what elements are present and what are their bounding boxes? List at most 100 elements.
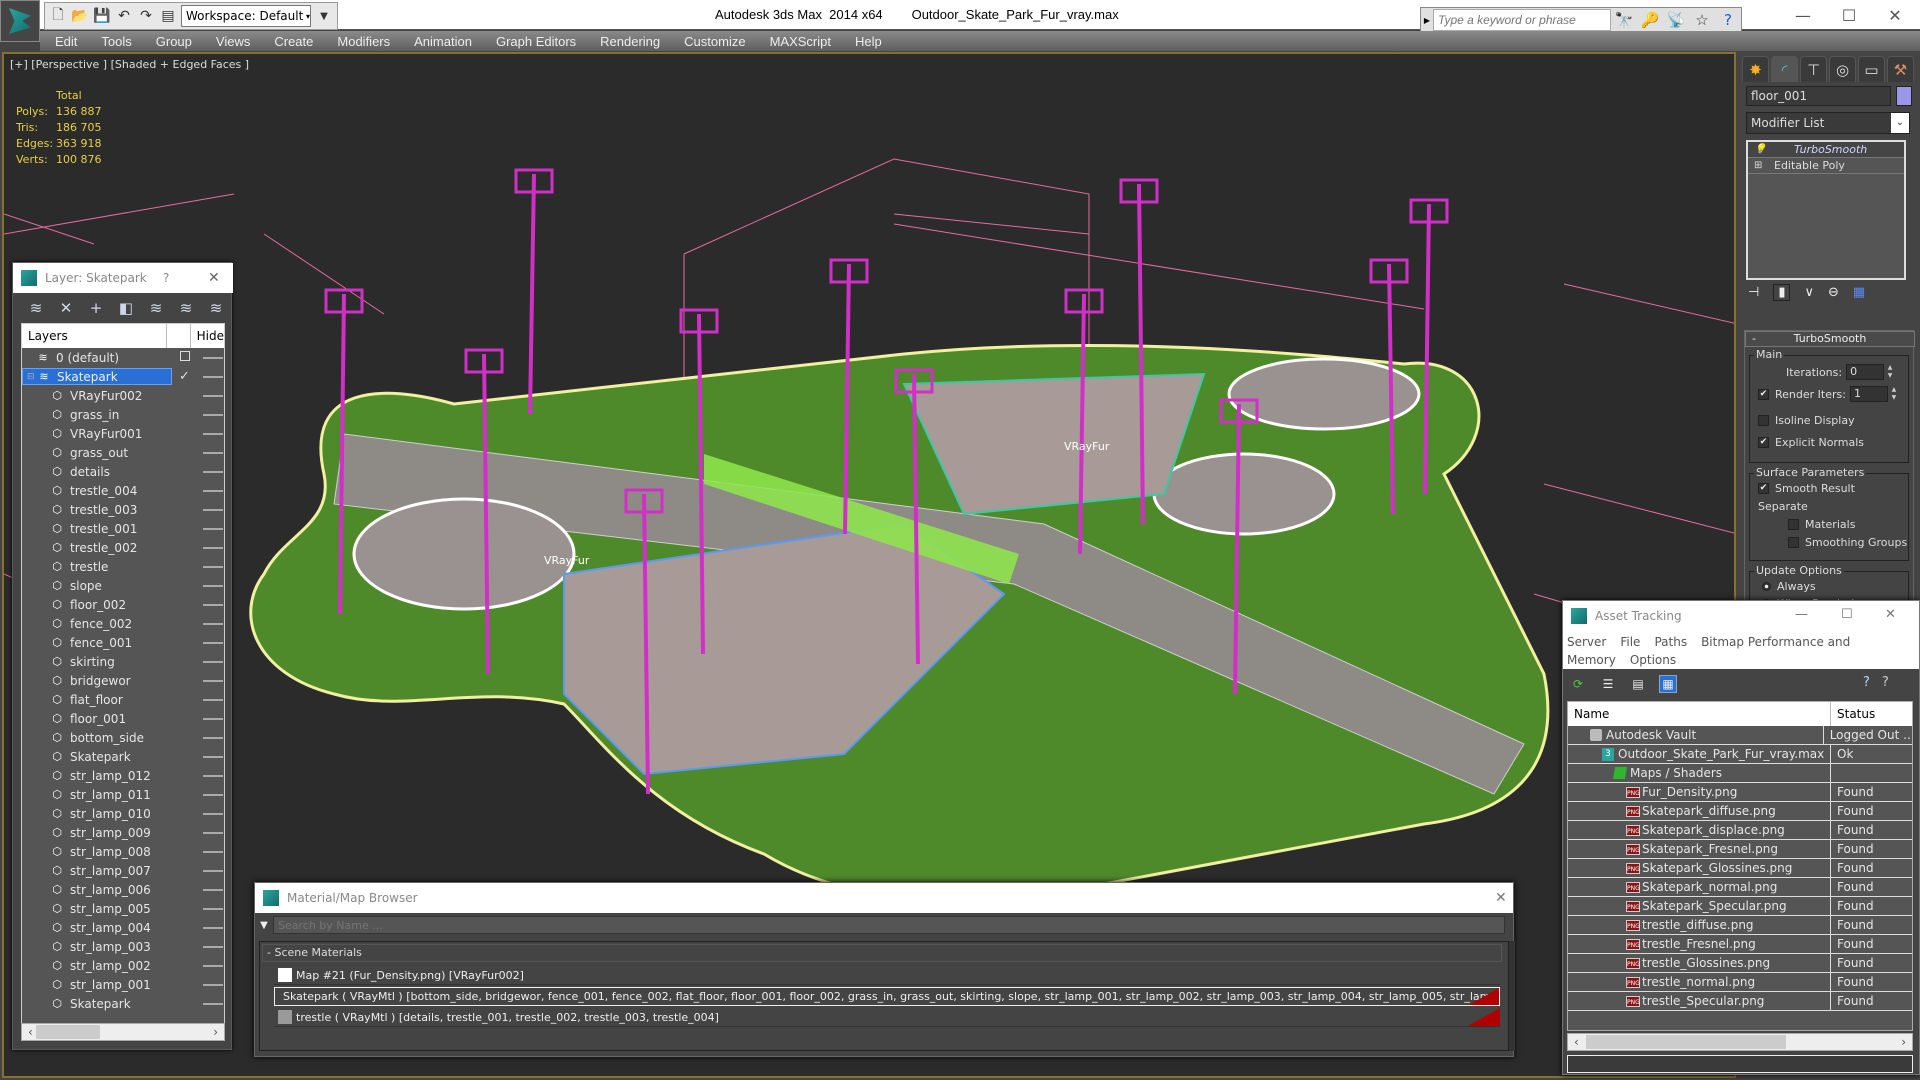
table-view-icon[interactable]: ▦ — [1659, 675, 1677, 693]
hide-toggle[interactable] — [203, 983, 223, 986]
menu-rendering[interactable]: Rendering — [600, 34, 660, 49]
asset-menu-options[interactable]: Options — [1630, 653, 1676, 667]
menu-create[interactable]: Create — [274, 34, 313, 49]
horizontal-scrollbar[interactable]: ‹ › — [21, 1023, 225, 1041]
asset-row[interactable]: PNG Fur_Density.png Found — [1568, 783, 1912, 802]
layer-object-row[interactable]: ⬡ floor_002 — [22, 595, 224, 614]
close-button[interactable]: ✕ — [1872, 0, 1918, 30]
layer-name-cell[interactable]: ⬡ slope — [22, 577, 172, 594]
layer-name-cell[interactable]: ⬡ Skatepark — [22, 995, 172, 1012]
layer-name-cell[interactable]: ⬡ VRayFur001 — [22, 425, 172, 442]
hide-toggle[interactable] — [203, 413, 223, 416]
layer-name-cell[interactable]: ⬡ str_lamp_012 — [22, 767, 172, 784]
material-browser-titlebar[interactable]: Material/Map Browser ✕ — [255, 883, 1513, 913]
current-layer-toggle[interactable] — [172, 350, 197, 365]
display-tab[interactable]: ▭ — [1858, 56, 1885, 82]
hide-toggle[interactable] — [203, 451, 223, 454]
layer-object-row[interactable]: ⬡ grass_in — [22, 405, 224, 424]
layer-name-cell[interactable]: ⬡ trestle_001 — [22, 520, 172, 537]
hide-toggle[interactable] — [203, 755, 223, 758]
layer-list[interactable]: Layers Hide ≋ 0 (default) ⊟ ≋ Skatepark ✓ ⬡ VRa… — [21, 323, 225, 1041]
column-name[interactable]: Name — [1568, 702, 1831, 726]
layer-name-cell[interactable]: ⬡ floor_002 — [22, 596, 172, 613]
maximize-button[interactable]: ☐ — [1841, 607, 1853, 622]
hide-toggle[interactable] — [203, 489, 223, 492]
layer-object-row[interactable]: ⬡ str_lamp_008 — [22, 842, 224, 861]
menu-tools[interactable]: Tools — [101, 34, 131, 49]
key-icon[interactable]: 🔑 — [1637, 11, 1663, 29]
hide-toggle[interactable] — [203, 831, 223, 834]
layer-name-cell[interactable]: ⬡ str_lamp_003 — [22, 938, 172, 955]
layer-name-cell[interactable]: ⬡ grass_in — [22, 406, 172, 423]
horizontal-scrollbar[interactable]: ‹ › — [1567, 1033, 1913, 1051]
new-file-icon[interactable]: 🗋 — [49, 7, 67, 25]
hide-toggle[interactable] — [203, 508, 223, 511]
keyword-search-input[interactable] — [1433, 9, 1611, 31]
layer-name-cell[interactable]: ⬡ str_lamp_009 — [22, 824, 172, 841]
pin-stack-icon[interactable]: ⊣ — [1748, 285, 1759, 300]
layer-name-cell[interactable]: ⬡ str_lamp_008 — [22, 843, 172, 860]
isoline-checkbox[interactable] — [1758, 415, 1769, 426]
asset-row[interactable]: 3 Outdoor_Skate_Park_Fur_vray.max Ok — [1568, 745, 1912, 764]
layer-name-cell[interactable]: ⬡ str_lamp_010 — [22, 805, 172, 822]
layer-object-row[interactable]: ⬡ str_lamp_005 — [22, 899, 224, 918]
layer-object-row[interactable]: ⬡ str_lamp_009 — [22, 823, 224, 842]
layer-name-cell[interactable]: ⬡ str_lamp_001 — [22, 976, 172, 993]
hide-toggle[interactable] — [203, 736, 223, 739]
hide-toggle[interactable] — [203, 356, 223, 359]
close-button[interactable]: ✕ — [1885, 607, 1896, 622]
material-search-input[interactable] — [273, 916, 1505, 934]
minimize-button[interactable]: — — [1780, 0, 1826, 30]
explicit-normals-checkbox[interactable]: ✔ — [1758, 437, 1769, 448]
layer-name-cell[interactable]: ⬡ str_lamp_002 — [22, 957, 172, 974]
create-tab[interactable]: ✸ — [1742, 56, 1769, 82]
always-radio[interactable] — [1762, 582, 1771, 591]
layer-object-row[interactable]: ⬡ flat_floor — [22, 690, 224, 709]
add-to-layer-icon[interactable]: + — [87, 299, 105, 317]
scene-materials-group[interactable]: - Scene Materials — [262, 944, 1502, 962]
modifier-stack-item[interactable]: 💡 TurboSmooth — [1748, 142, 1904, 158]
hide-toggle[interactable] — [203, 527, 223, 530]
hide-toggle[interactable] — [203, 926, 223, 929]
layer-object-row[interactable]: ⬡ skirting — [22, 652, 224, 671]
viewport-label[interactable]: [+] [Perspective ] [Shaded + Edged Faces… — [10, 58, 249, 71]
layer-name-cell[interactable]: ⬡ bridgewor — [22, 672, 172, 689]
layer-object-row[interactable]: ⬡ str_lamp_012 — [22, 766, 224, 785]
workspace-dropdown[interactable]: Workspace: Default ▾ — [181, 5, 311, 27]
asset-row[interactable]: PNG trestle_Fresnel.png Found — [1568, 935, 1912, 954]
layer-object-row[interactable]: ⬡ bottom_side — [22, 728, 224, 747]
layer-name-cell[interactable]: ⬡ flat_floor — [22, 691, 172, 708]
render-iters-checkbox[interactable]: ✔ — [1758, 388, 1769, 400]
delete-layer-icon[interactable]: ✕ — [57, 299, 75, 317]
hide-toggle[interactable] — [203, 888, 223, 891]
layer-object-row[interactable]: ⬡ VRayFur001 — [22, 424, 224, 443]
layer-object-row[interactable]: ⬡ Skatepark — [22, 747, 224, 766]
layer-object-row[interactable]: ⬡ str_lamp_004 — [22, 918, 224, 937]
asset-row[interactable]: PNG Skatepark_Specular.png Found — [1568, 897, 1912, 916]
layer-name-cell[interactable]: ⊟ ≋ Skatepark — [22, 368, 172, 385]
asset-row[interactable]: Autodesk Vault Logged Out ... — [1568, 726, 1912, 745]
menu-help[interactable]: Help — [855, 34, 882, 49]
iterations-spinner[interactable]: 0 — [1846, 364, 1885, 380]
column-layers[interactable]: Layers — [22, 324, 167, 348]
layer-name-cell[interactable]: ⬡ str_lamp_005 — [22, 900, 172, 917]
project-icon[interactable]: ▤ — [159, 7, 177, 25]
layer-object-row[interactable]: ⬡ fence_001 — [22, 633, 224, 652]
layer-name-cell[interactable]: ⬡ grass_out — [22, 444, 172, 461]
material-item[interactable]: Map #21 (Fur_Density.png) [VRayFur002] — [274, 966, 1500, 985]
object-name-field[interactable]: floor_001 — [1746, 86, 1891, 106]
asset-menu-file[interactable]: File — [1620, 635, 1640, 649]
hide-toggle[interactable] — [203, 641, 223, 644]
menu-modifiers[interactable]: Modifiers — [337, 34, 390, 49]
highlight-layer-icon[interactable]: ≋ — [177, 299, 195, 317]
hide-toggle[interactable] — [203, 869, 223, 872]
help-button[interactable]: ? — [163, 271, 169, 285]
scroll-right-icon[interactable]: › — [1901, 1035, 1906, 1049]
asset-menu-paths[interactable]: Paths — [1654, 635, 1687, 649]
hierarchy-tab[interactable]: ⊤ — [1800, 56, 1827, 82]
layer-object-row[interactable]: ⬡ bridgewor — [22, 671, 224, 690]
binoculars-icon[interactable]: 🔭 — [1611, 11, 1637, 29]
options-menu-icon[interactable]: ▼ — [255, 920, 273, 931]
asset-row[interactable]: PNG trestle_normal.png Found — [1568, 973, 1912, 992]
layer-object-row[interactable]: ⬡ fence_002 — [22, 614, 224, 633]
